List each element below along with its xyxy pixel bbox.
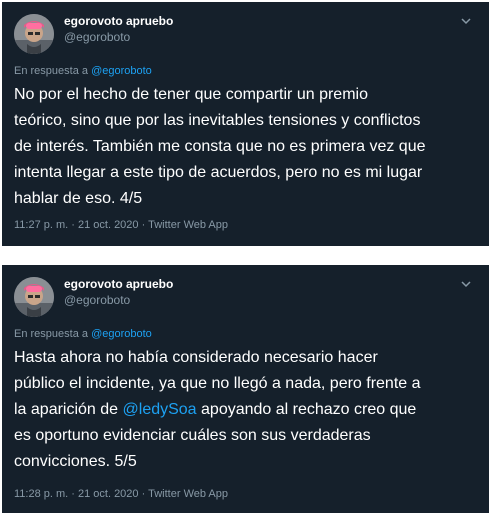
tweet-text: No por el hecho de tener que compartir u…	[14, 86, 426, 207]
user-handle[interactable]: @egoroboto	[64, 293, 130, 308]
display-name[interactable]: egorovoto apruebo	[64, 277, 173, 292]
reply-prefix: En respuesta a	[14, 65, 92, 77]
reply-context: En respuesta a @egoroboto	[14, 64, 152, 78]
avatar-photo	[14, 14, 54, 54]
reply-mention-link[interactable]: @egoroboto	[91, 65, 152, 77]
user-handle[interactable]: @egoroboto	[64, 30, 130, 45]
tweet-timestamp[interactable]: 11:28 p. m. · 21 oct. 2020 · Twitter Web…	[14, 487, 228, 501]
reply-mention-link[interactable]: @egoroboto	[91, 328, 152, 340]
reply-context: En respuesta a @egoroboto	[14, 327, 152, 341]
mention-link[interactable]: @ledySoa	[123, 401, 197, 418]
tweet-card[interactable]: egorovoto apruebo @egoroboto En respuest…	[2, 265, 489, 513]
avatar[interactable]	[14, 277, 54, 317]
reply-prefix: En respuesta a	[14, 328, 92, 340]
tweet-text: Hasta ahora no había considerado necesar…	[14, 345, 482, 475]
avatar[interactable]	[14, 14, 54, 54]
chevron-down-icon[interactable]	[459, 277, 473, 291]
avatar-photo	[14, 277, 54, 317]
display-name[interactable]: egorovoto apruebo	[64, 14, 173, 29]
chevron-down-icon[interactable]	[459, 14, 473, 28]
tweet-timestamp[interactable]: 11:27 p. m. · 21 oct. 2020 · Twitter Web…	[14, 218, 228, 232]
tweet-card[interactable]: egorovoto apruebo @egoroboto En respuest…	[2, 2, 489, 246]
